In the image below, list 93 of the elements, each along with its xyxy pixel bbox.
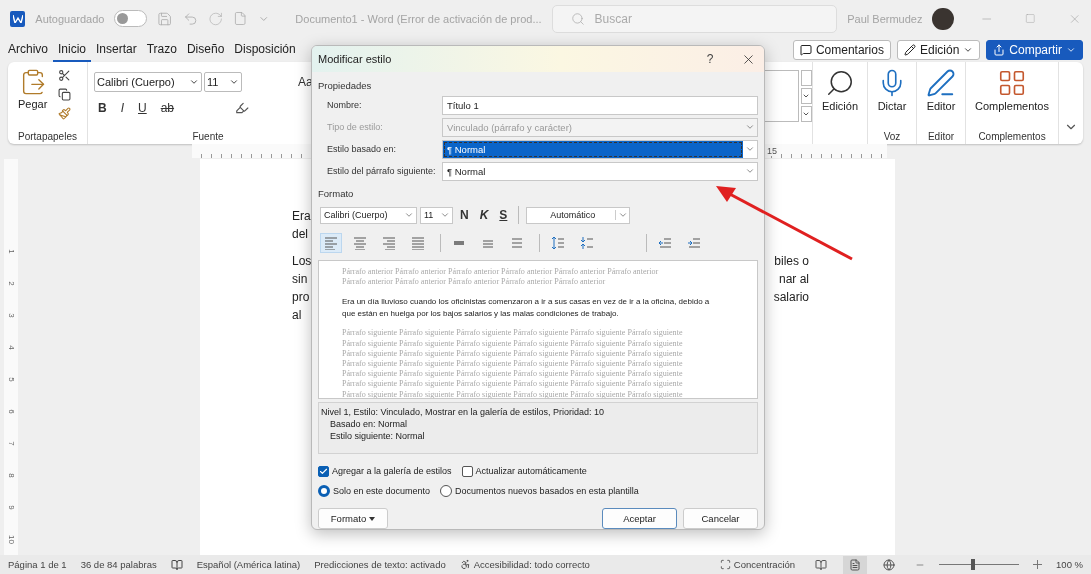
document-text: al [292, 308, 302, 325]
search-placeholder: Buscar [594, 11, 632, 26]
accessibility-status[interactable]: Accesibilidad: todo correcto [459, 559, 590, 571]
ok-button[interactable]: Aceptar [602, 508, 677, 529]
user-name: Paul Bermudez [847, 12, 923, 25]
radio-option[interactable]: Documentos nuevos basados en esta plantilla [440, 485, 639, 497]
format-button[interactable]: U [134, 101, 151, 116]
ruler-number: 3 [6, 312, 16, 318]
ribbon-tab[interactable]: Insertar [91, 38, 142, 63]
document-text: pro [292, 290, 310, 307]
description-text: Nivel 1, Estilo: Vinculado, Mostrar en la galería de estilos, Prioridad: 10 [321, 406, 605, 418]
page-count[interactable]: Página 1 de 1 [8, 559, 67, 571]
strikethrough-button[interactable]: ab [156, 101, 179, 116]
document-text: Era [292, 209, 311, 226]
field-value: Vinculado (párrafo y carácter) [446, 120, 573, 135]
description-text: Basado en: Normal [329, 418, 409, 430]
autosave-label: Autoguardado [35, 12, 105, 25]
ribbon-button[interactable]: Editor [922, 66, 960, 115]
paste-button[interactable]: Pegar [14, 66, 52, 113]
input-field[interactable]: Título 1 [442, 95, 758, 115]
style-button[interactable]: S [495, 208, 512, 222]
group-label: Portapapeles [17, 130, 78, 142]
style-button[interactable]: K [475, 208, 493, 222]
window-title: Documento1 - Word (Error de activación de prod... [295, 12, 542, 25]
document-text: sin [292, 272, 308, 289]
size-select[interactable]: 11 [420, 206, 453, 224]
preview-text: Párrafo siguiente Párrafo siguiente Párrafo siguiente Párrafo siguiente Párrafo siguiente Párrafo siguiente [342, 379, 684, 390]
format-button[interactable]: I [116, 101, 128, 116]
checkbox-option[interactable]: Agregar a la galería de estilos [318, 465, 452, 477]
language-status[interactable]: Español (América latina) [196, 559, 301, 571]
field-label: Estilo del párrafo siguiente: [327, 166, 437, 176]
preview-text: Párrafo anterior Párrafo anterior Párrafo anterior Párrafo anterior Párrafo anterior Párrafo anterior [342, 267, 660, 278]
field-value: ¶ Normal [446, 164, 487, 179]
ribbon-tab[interactable]: Archivo [3, 38, 53, 63]
share-button[interactable]: Compartir [986, 40, 1083, 61]
font-select[interactable]: Calibri (Cuerpo) [94, 72, 202, 93]
ruler-number: 8 [6, 472, 16, 478]
focus-button[interactable]: Concentración [719, 559, 796, 571]
document-text: Los [292, 254, 312, 271]
ruler-number: 15 [767, 145, 777, 156]
radio-option[interactable]: Solo en este documento [318, 485, 431, 497]
preview-text: Párrafo siguiente Párrafo siguiente Párrafo siguiente Párrafo siguiente Párrafo siguiente Párrafo siguiente [342, 369, 684, 380]
comments-button[interactable]: Comentarios [792, 40, 891, 61]
section-label: Propiedades [318, 78, 373, 93]
size-select[interactable]: 11 [204, 72, 242, 93]
ruler-number: 2 [6, 280, 16, 286]
help-button[interactable]: ? [695, 51, 725, 67]
field-label: Estilo basado en: [327, 144, 398, 154]
cancel-button[interactable]: Cancelar [683, 508, 758, 529]
group-label: Voz [883, 130, 901, 142]
group-label: Editor [927, 130, 955, 142]
document-text: biles o [774, 254, 809, 271]
preview-text: Párrafo siguiente Párrafo siguiente Párrafo siguiente Párrafo siguiente Párrafo siguiente Párrafo siguiente [342, 389, 684, 398]
font-select[interactable]: Calibri (Cuerpo) [320, 206, 417, 224]
ribbon-button[interactable]: Edición [817, 66, 862, 115]
preview-text: Párrafo siguiente Párrafo siguiente Párrafo siguiente Párrafo siguiente Párrafo siguiente Párrafo siguiente [342, 338, 684, 349]
dialog-title: Modificar estilo [318, 53, 392, 65]
preview-text: Párrafo anterior Párrafo anterior Párrafo anterior Párrafo anterior Párrafo anterior [342, 277, 607, 288]
color-select[interactable]: Automático [526, 206, 631, 224]
group-label: Fuente [191, 130, 225, 142]
field-label: Nombre: [327, 100, 363, 110]
preview-text: Párrafo siguiente Párrafo siguiente Párrafo siguiente Párrafo siguiente Párrafo siguiente Párrafo siguiente [342, 328, 684, 339]
ruler-number: 10 [6, 534, 16, 544]
format-button[interactable]: B [94, 101, 111, 116]
preview-text: Párrafo siguiente Párrafo siguiente Párrafo siguiente Párrafo siguiente Párrafo siguiente Párrafo siguiente [342, 348, 684, 359]
zoom-level[interactable]: 100 % [1056, 559, 1083, 571]
word-count[interactable]: 36 de 84 palabras [80, 559, 157, 571]
document-text: del [292, 227, 308, 244]
ruler-number: 5 [6, 376, 16, 382]
ribbon-tab[interactable]: Trazo [141, 38, 182, 63]
preview-text: Párrafo siguiente Párrafo siguiente Párrafo siguiente Párrafo siguiente Párrafo siguiente Párrafo siguiente [342, 359, 684, 370]
ribbon-button[interactable]: Complementos [971, 66, 1053, 115]
ruler-number: 1 [6, 248, 16, 254]
description-text: Estilo siguiente: Normal [329, 430, 426, 442]
ruler-number: 9 [6, 504, 16, 510]
editing-button[interactable]: Edición [896, 40, 981, 61]
ruler-number: 7 [6, 440, 16, 446]
style-button[interactable]: N [456, 208, 473, 222]
document-text: salario [773, 290, 809, 307]
document-text: nar al [778, 272, 809, 289]
ribbon-tab[interactable]: Disposición [229, 38, 301, 63]
ribbon-button[interactable]: Dictar [873, 66, 911, 115]
section-label: Formato [318, 186, 355, 201]
field-label: Tipo de estilo: [327, 122, 384, 132]
preview-sample: Era un día lluvioso cuando los oficinistas comenzaron a ir a sus casas en vez de ir a la oficina, debido a que están en huelga por los bajos salarios y las malas condiciones de trabajo. [342, 296, 711, 321]
checkbox-option[interactable]: Actualizar automáticamente [461, 465, 587, 477]
ribbon-tab[interactable]: Diseño [181, 38, 230, 63]
ruler-number: 4 [6, 344, 16, 350]
group-label: Complementos [978, 130, 1046, 142]
select-field[interactable]: ¶ Normal [442, 161, 758, 181]
format-menu-button[interactable]: Formato [318, 508, 388, 529]
ruler-number: 6 [6, 408, 16, 414]
predictions-status[interactable]: Predicciones de texto: activado [314, 559, 446, 571]
